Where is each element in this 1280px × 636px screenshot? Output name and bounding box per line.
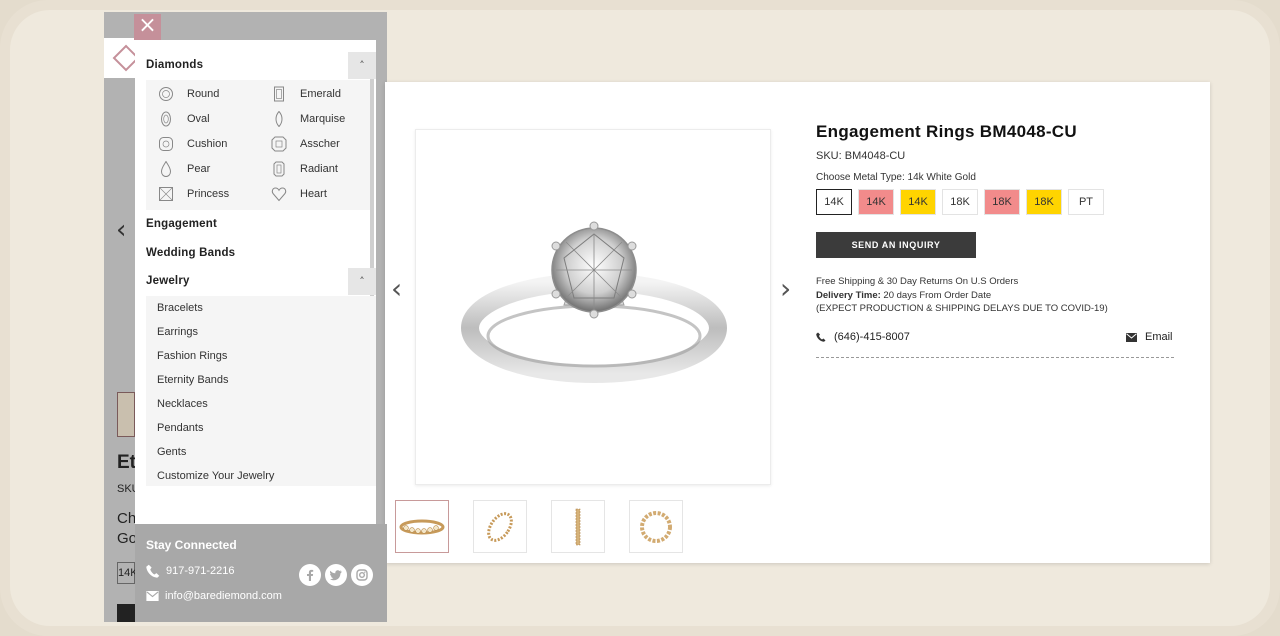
send-inquiry-button[interactable]: SEND AN INQUIRY bbox=[816, 232, 976, 258]
shape-asscher-label: Asscher bbox=[300, 138, 340, 150]
metal-option-14k-yellow[interactable]: 14K bbox=[900, 189, 936, 215]
stay-connected-title: Stay Connected bbox=[146, 538, 237, 552]
contact-phone-number: (646)-415-8007 bbox=[834, 331, 910, 343]
contact-email-label: Email bbox=[1145, 331, 1173, 343]
shape-heart[interactable]: Heart bbox=[271, 186, 327, 202]
background-choose-fragment: Ch bbox=[117, 510, 137, 527]
shape-marquise[interactable]: Marquise bbox=[271, 111, 345, 127]
image-prev-arrow[interactable]: ‹ bbox=[391, 272, 402, 305]
menu-engagement[interactable]: Engagement bbox=[146, 218, 217, 230]
jewelry-item-gents[interactable]: Gents bbox=[157, 446, 186, 458]
eternity-band-angle-icon bbox=[487, 511, 513, 542]
metal-option-14k-rose[interactable]: 14K bbox=[858, 189, 894, 215]
delivery-time: Delivery Time: 20 days From Order Date bbox=[816, 289, 1108, 303]
jewelry-item-customize[interactable]: Customize Your Jewelry bbox=[157, 470, 274, 482]
shape-oval-label: Oval bbox=[187, 113, 210, 125]
asscher-diamond-icon bbox=[271, 136, 287, 152]
metal-option-18k-yellow[interactable]: 18K bbox=[1026, 189, 1062, 215]
shape-cushion[interactable]: Cushion bbox=[158, 136, 227, 152]
background-button-fragment bbox=[117, 604, 135, 622]
facebook-icon[interactable] bbox=[299, 564, 321, 586]
jewelry-item-pendants[interactable]: Pendants bbox=[157, 422, 203, 434]
thumbnail-1[interactable] bbox=[395, 500, 449, 553]
metal-options: 14K 14K 14K 18K 18K 18K PT bbox=[816, 189, 1104, 215]
shape-asscher[interactable]: Asscher bbox=[271, 136, 340, 152]
instagram-icon[interactable] bbox=[351, 564, 373, 586]
menu-close-button[interactable]: × bbox=[134, 14, 161, 40]
background-prev-arrow[interactable]: ‹ bbox=[116, 215, 126, 245]
diamonds-collapse-button[interactable]: ˄ bbox=[348, 52, 376, 79]
menu-diamonds-heading[interactable]: Diamonds bbox=[146, 59, 203, 71]
jewelry-item-eternity-bands[interactable]: Eternity Bands bbox=[157, 374, 229, 386]
jewelry-item-necklaces[interactable]: Necklaces bbox=[157, 398, 208, 410]
contact-phone[interactable]: (646)-415-8007 bbox=[816, 331, 910, 343]
shape-cushion-label: Cushion bbox=[187, 138, 228, 150]
stay-connected-phone-number: 917-971-2216 bbox=[166, 565, 235, 577]
emerald-diamond-icon bbox=[271, 86, 287, 102]
marquise-diamond-icon bbox=[271, 111, 287, 127]
delivery-value: 20 days From Order Date bbox=[880, 289, 992, 301]
delivery-label: Delivery Time: bbox=[816, 289, 881, 301]
menu-jewelry-heading[interactable]: Jewelry bbox=[146, 275, 190, 287]
radiant-diamond-icon bbox=[271, 161, 287, 177]
background-title-fragment: Et bbox=[117, 452, 136, 473]
phone-icon bbox=[816, 332, 826, 342]
shipping-text: Free Shipping & 30 Day Returns On U.S Or… bbox=[816, 276, 1019, 287]
shape-radiant-label: Radiant bbox=[300, 163, 338, 175]
shape-heart-label: Heart bbox=[300, 188, 327, 200]
jewelry-item-earrings[interactable]: Earrings bbox=[157, 326, 198, 338]
envelope-icon bbox=[1126, 332, 1137, 342]
stay-connected-email-address: info@barediemond.com bbox=[165, 590, 282, 602]
twitter-icon[interactable] bbox=[325, 564, 347, 586]
round-diamond-icon bbox=[158, 86, 174, 102]
image-next-arrow[interactable]: › bbox=[780, 272, 791, 305]
phone-icon bbox=[146, 564, 160, 578]
thumbnail-2[interactable] bbox=[473, 500, 527, 553]
stay-connected-email[interactable]: info@barediemond.com bbox=[146, 590, 282, 602]
background-thumbnail[interactable] bbox=[117, 392, 135, 437]
ring-image bbox=[461, 221, 727, 383]
shape-marquise-label: Marquise bbox=[300, 113, 346, 125]
background-metal-fragment: 14K bbox=[117, 562, 138, 584]
metal-option-platinum[interactable]: PT bbox=[1068, 189, 1104, 215]
shape-round[interactable]: Round bbox=[158, 86, 219, 102]
contact-email[interactable]: Email bbox=[1126, 331, 1173, 343]
product-title: Engagement Rings BM4048-CU bbox=[816, 122, 1077, 141]
eternity-band-side-icon bbox=[399, 519, 445, 534]
thumbnail-3[interactable] bbox=[551, 500, 605, 553]
shape-oval[interactable]: Oval bbox=[158, 111, 210, 127]
shipping-info: Free Shipping & 30 Day Returns On U.S Or… bbox=[816, 275, 1108, 316]
shape-emerald[interactable]: Emerald bbox=[271, 86, 341, 102]
heart-diamond-icon bbox=[271, 186, 287, 202]
cushion-diamond-icon bbox=[158, 136, 174, 152]
stay-connected-phone[interactable]: 917-971-2216 bbox=[146, 564, 235, 578]
background-gold-fragment: Go bbox=[117, 530, 138, 547]
pear-diamond-icon bbox=[158, 161, 174, 177]
shape-princess[interactable]: Princess bbox=[158, 186, 229, 202]
eternity-band-edge-icon bbox=[575, 508, 581, 545]
eternity-band-top-icon bbox=[640, 510, 672, 543]
jewelry-collapse-button[interactable]: ˄ bbox=[348, 268, 376, 295]
divider bbox=[816, 357, 1174, 358]
princess-diamond-icon bbox=[158, 186, 174, 202]
shape-emerald-label: Emerald bbox=[300, 88, 341, 100]
covid-note: (EXPECT PRODUCTION & SHIPPING DELAYS DUE… bbox=[816, 303, 1108, 314]
metal-option-18k-white[interactable]: 18K bbox=[942, 189, 978, 215]
shape-pear[interactable]: Pear bbox=[158, 161, 210, 177]
thumbnail-4[interactable] bbox=[629, 500, 683, 553]
shape-princess-label: Princess bbox=[187, 188, 230, 200]
envelope-icon bbox=[146, 591, 159, 601]
jewelry-item-bracelets[interactable]: Bracelets bbox=[157, 302, 203, 314]
shape-round-label: Round bbox=[187, 88, 220, 100]
product-sku: SKU: BM4048-CU bbox=[816, 150, 906, 162]
oval-diamond-icon bbox=[158, 111, 174, 127]
metal-type-label: Choose Metal Type: 14k White Gold bbox=[816, 172, 976, 183]
product-main-image bbox=[415, 129, 771, 485]
metal-option-18k-rose[interactable]: 18K bbox=[984, 189, 1020, 215]
shape-pear-label: Pear bbox=[187, 163, 211, 175]
shape-radiant[interactable]: Radiant bbox=[271, 161, 338, 177]
metal-option-14k-white[interactable]: 14K bbox=[816, 189, 852, 215]
jewelry-item-fashion-rings[interactable]: Fashion Rings bbox=[157, 350, 227, 362]
menu-wedding-bands[interactable]: Wedding Bands bbox=[146, 247, 235, 259]
